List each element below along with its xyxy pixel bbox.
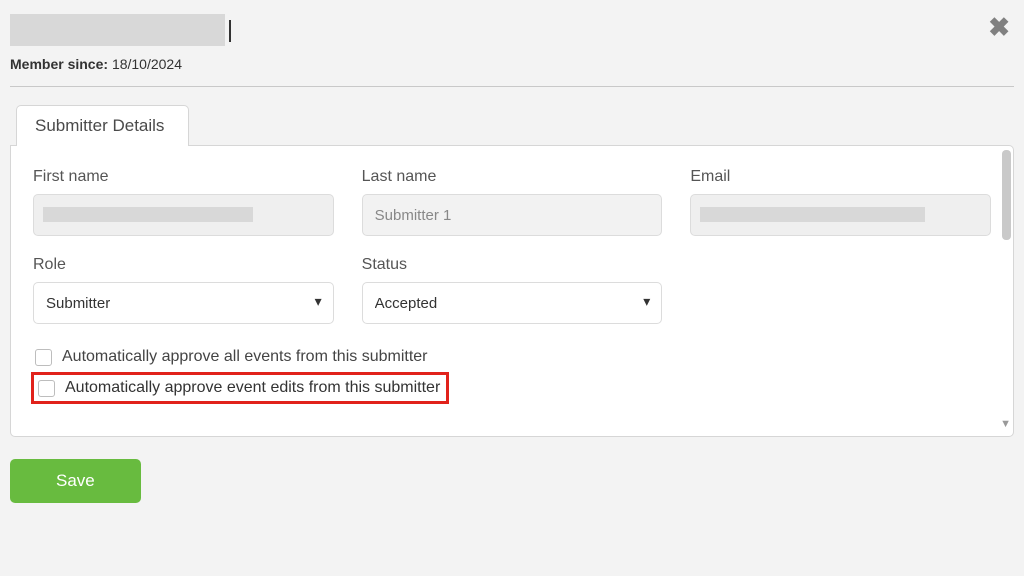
status-select[interactable]: Accepted (362, 282, 663, 324)
first-name-label: First name (33, 168, 334, 186)
tabs: Submitter Details ▼ First name Last name (10, 105, 1014, 437)
first-name-wrap (33, 194, 334, 236)
tab-submitter-details[interactable]: Submitter Details (16, 105, 189, 146)
highlight-auto-approve-edits: Automatically approve event edits from t… (31, 372, 449, 404)
email-redacted (700, 207, 925, 222)
status-field-group: Status Accepted (362, 256, 663, 324)
status-select-wrap: Accepted (362, 282, 663, 324)
submitter-name-redacted (10, 14, 225, 46)
email-wrap (690, 194, 991, 236)
submitter-modal: Member since: 18/10/2024 ✖ Submitter Det… (0, 0, 1024, 513)
auto-approve-edits-checkbox[interactable] (38, 380, 55, 397)
member-since-label: Member since: (10, 56, 108, 72)
role-field-group: Role Submitter (33, 256, 334, 324)
last-name-field-group: Last name (362, 168, 663, 236)
field-grid-row2: Role Submitter Status Accepted (33, 256, 991, 324)
first-name-redacted (43, 207, 253, 222)
divider (10, 86, 1014, 87)
last-name-label: Last name (362, 168, 663, 186)
member-since-date: 18/10/2024 (112, 56, 182, 72)
field-grid-row1: First name Last name Email (33, 168, 991, 236)
scrollbar[interactable]: ▼ (1002, 150, 1011, 428)
last-name-input[interactable] (362, 194, 663, 236)
header-row: Member since: 18/10/2024 ✖ (10, 14, 1014, 86)
role-select[interactable]: Submitter (33, 282, 334, 324)
save-button[interactable]: Save (10, 459, 141, 503)
scroll-down-icon[interactable]: ▼ (1000, 419, 1011, 430)
auto-approve-events-checkbox[interactable] (35, 349, 52, 366)
email-label: Email (690, 168, 991, 186)
role-select-wrap: Submitter (33, 282, 334, 324)
auto-approve-edits-label: Automatically approve event edits from t… (65, 379, 440, 397)
close-icon[interactable]: ✖ (988, 14, 1014, 40)
auto-approve-events-label: Automatically approve all events from th… (62, 348, 427, 366)
empty-cell (690, 256, 991, 324)
member-since: Member since: 18/10/2024 (10, 56, 225, 72)
email-field-group: Email (690, 168, 991, 236)
details-panel: ▼ First name Last name Email (10, 145, 1014, 437)
status-label: Status (362, 256, 663, 274)
first-name-field-group: First name (33, 168, 334, 236)
auto-approve-events-row[interactable]: Automatically approve all events from th… (35, 344, 991, 370)
role-label: Role (33, 256, 334, 274)
scroll-thumb[interactable] (1002, 150, 1011, 240)
